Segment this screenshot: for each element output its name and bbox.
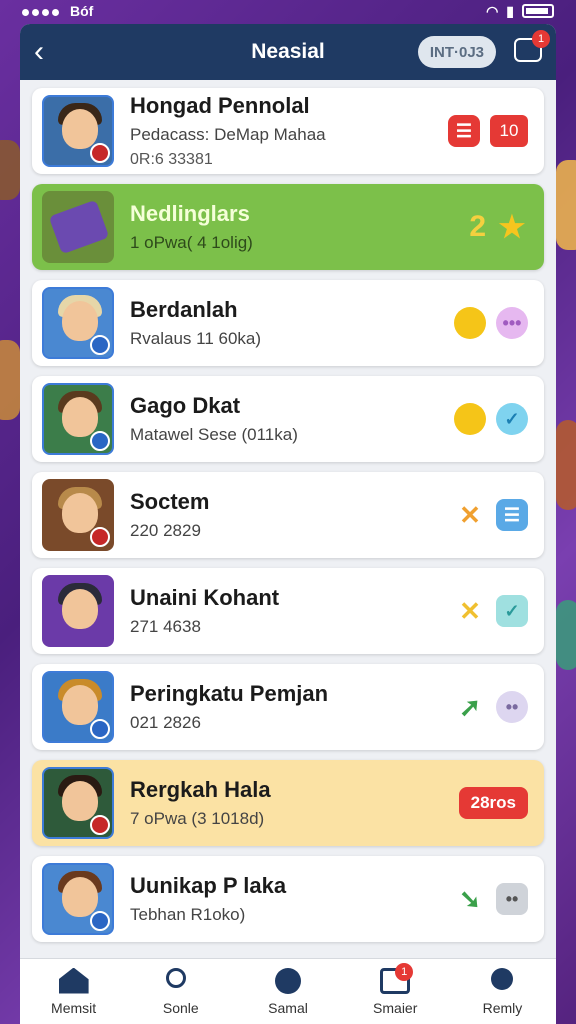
player-name: Soctem	[130, 489, 210, 514]
cross-ribbon-icon: ✕	[459, 499, 481, 530]
background-decoration	[0, 340, 20, 420]
avatar	[42, 191, 114, 263]
medal-icon	[454, 307, 486, 339]
more-icon[interactable]: ••	[496, 883, 528, 915]
player-name: Unaini Kohant	[130, 585, 280, 610]
nav-item-home[interactable]: Memsit	[20, 959, 127, 1024]
player-subtitle: Matawel Sese (011ka)	[130, 425, 298, 444]
player-name: Nedlinglars	[130, 201, 250, 226]
arrow-up-icon: ➚	[459, 691, 481, 722]
background-decoration	[556, 600, 576, 670]
background-decoration	[556, 420, 576, 510]
signal-dots-icon	[22, 3, 62, 19]
count-badge: 10	[490, 115, 528, 147]
nav-label: Samal	[268, 999, 308, 1016]
chat-bubble-icon[interactable]: •••	[496, 307, 528, 339]
player-subtitle: 220 2829	[130, 521, 201, 540]
bottom-nav: Memsit Sonle Samal 1 Smaier Remly	[20, 958, 556, 1024]
check-icon[interactable]: ✓	[496, 595, 528, 627]
medal-icon	[454, 403, 486, 435]
search-icon	[165, 967, 196, 994]
back-arrow-icon[interactable]: ‹	[34, 37, 64, 67]
avatar	[42, 863, 114, 935]
notification-badge: 1	[532, 30, 550, 48]
player-name: Peringkatu Pemjan	[130, 681, 329, 706]
list-icon[interactable]: ☰	[496, 499, 528, 531]
carrier-label: Bóf	[70, 3, 94, 19]
profile-icon	[487, 967, 517, 994]
list-icon[interactable]: ☰	[448, 115, 480, 147]
ranking-list: Hongad Pennolal Pedacass: DeMap Mahaa 0R…	[20, 80, 556, 942]
status-bar: Bóf ◠ ▮	[0, 0, 576, 22]
list-item[interactable]: Gago Dkat Matawel Sese (011ka) ✓	[32, 376, 544, 462]
list-item[interactable]: Rergkah Hala 7 oPwa (3 1018d) 28ros	[32, 760, 544, 846]
nav-label: Sonle	[162, 999, 199, 1016]
app-panel: ‹ Neasial INT·0J3 1 Hongad Pennolal Peda…	[20, 24, 556, 1024]
player-name: Rergkah Hala	[130, 777, 271, 802]
player-name: Gago Dkat	[130, 393, 241, 418]
compass-icon	[273, 967, 303, 994]
player-subtitle: Rvalaus 11 60ka)	[130, 329, 262, 348]
avatar	[42, 575, 114, 647]
arrow-down-icon: ➘	[459, 883, 481, 914]
player-subtitle: 271 4638	[130, 617, 201, 636]
nav-label: Memsit	[51, 999, 97, 1016]
nav-label: Smaier	[373, 999, 418, 1016]
list-item[interactable]: Unaini Kohant 271 4638 ✕ ✓	[32, 568, 544, 654]
avatar	[42, 479, 114, 551]
player-subtitle: 7 oPwa (3 1018d)	[130, 809, 265, 828]
player-name: Hongad Pennolal	[130, 93, 310, 118]
home-icon	[58, 967, 89, 994]
nav-item-stats[interactable]: 1 Smaier	[342, 959, 449, 1024]
background-decoration	[0, 140, 20, 200]
check-icon[interactable]: ✓	[496, 403, 528, 435]
avatar	[42, 767, 114, 839]
nav-label: Remly	[482, 999, 523, 1016]
notification-badge: 1	[395, 962, 414, 981]
cross-ribbon-icon: ✕	[459, 595, 481, 626]
chat-bubble-icon[interactable]: ••	[496, 691, 528, 723]
background-decoration	[556, 160, 576, 250]
rank-number: 2	[469, 210, 486, 243]
nav-item-profile[interactable]: Remly	[449, 959, 556, 1024]
battery-icon	[522, 4, 554, 18]
chat-icon[interactable]: 1	[514, 30, 550, 62]
list-item[interactable]: Peringkatu Pemjan 021 2826 ➚ ••	[32, 664, 544, 750]
list-item[interactable]: Uunikap P laka Tebhan R1oko) ➘ ••	[32, 856, 544, 942]
avatar	[42, 95, 114, 167]
player-subtitle: Pedacass: DeMap Mahaa	[130, 125, 326, 144]
player-stat: 0R:6 33381	[130, 151, 213, 168]
avatar	[42, 671, 114, 743]
list-item[interactable]: Soctem 220 2829 ✕ ☰	[32, 472, 544, 558]
player-name: Berdanlah	[130, 297, 238, 322]
score-badge: 28ros	[458, 787, 528, 819]
list-item[interactable]: Nedlinglars 1 oPwa( 4 1olig) 2 ★	[32, 184, 544, 270]
player-name: Uunikap P laka	[130, 873, 287, 898]
signal-icon: ▮	[506, 2, 514, 19]
nav-item-compass[interactable]: Samal	[234, 959, 341, 1024]
list-item[interactable]: Berdanlah Rvalaus 11 60ka) •••	[32, 280, 544, 366]
chart-icon: 1	[380, 962, 414, 994]
star-icon: ★	[498, 210, 526, 244]
player-subtitle: 021 2826	[130, 713, 201, 732]
avatar	[42, 287, 114, 359]
list-item[interactable]: Hongad Pennolal Pedacass: DeMap Mahaa 0R…	[32, 88, 544, 174]
app-header: ‹ Neasial INT·0J3 1	[20, 24, 556, 80]
header-pill-button[interactable]: INT·0J3	[417, 36, 496, 68]
player-subtitle: Tebhan R1oko)	[130, 905, 246, 924]
wifi-icon: ◠	[486, 2, 499, 19]
avatar	[42, 383, 114, 455]
player-subtitle: 1 oPwa( 4 1olig)	[130, 233, 253, 252]
nav-item-search[interactable]: Sonle	[127, 959, 234, 1024]
